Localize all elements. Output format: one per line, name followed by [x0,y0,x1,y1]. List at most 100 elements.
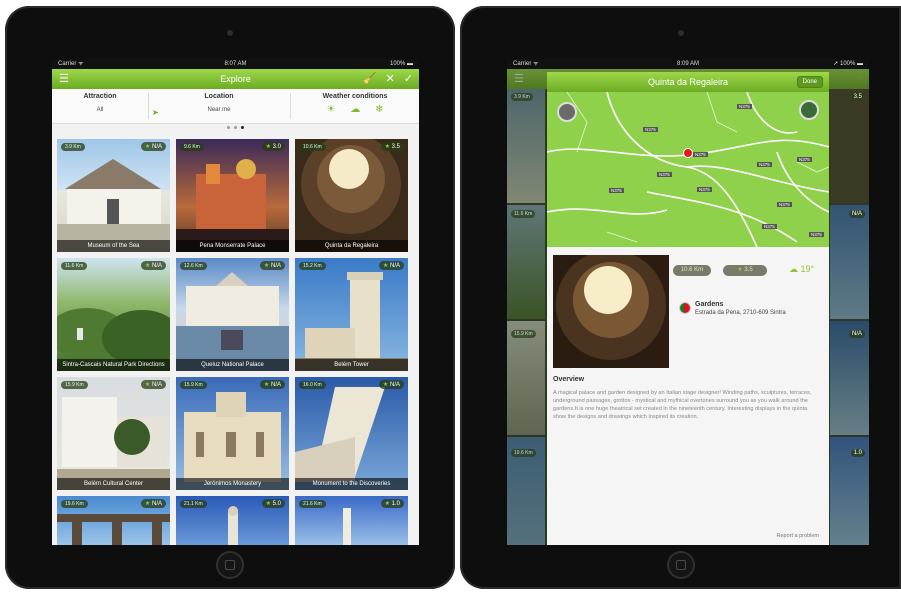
attraction-label: Attraction [83,93,117,100]
dimmed-grid-right [830,89,869,545]
distance-badge: 3.9 Km [511,93,533,101]
tile-caption: Museum of the Sea [57,240,170,252]
distance-badge: 21.1 Km [180,500,207,508]
cloud-icon[interactable]: ☁ [350,104,360,115]
tile-caption: Monument to the Discoveries [295,478,408,490]
star-icon: ★ [382,263,389,269]
distance-badge: 19.6 Km [511,449,536,457]
attraction-tile[interactable]: 21.1 Km ★ 5.0 [176,496,289,545]
check-icon[interactable]: ✓ [404,73,413,85]
modal-title: Quinta da Regaleira [647,77,729,87]
place-category: Gardens [695,301,724,308]
navbar: ☰ Explore 🧹 ✕ ✓ [52,69,419,89]
location-filter[interactable]: Location Near me [149,89,289,123]
attraction-tile[interactable]: 16.0 Km ★ N/A Monument to the Discoverie… [295,377,408,490]
road-label: N375 [762,224,777,229]
road-label: N375 [693,152,708,157]
overview-text: A magical palace and garden designed by … [553,390,812,420]
ipad-right: Carrier ᯤ 8:09 AM ➚ 100% ▬ ☰ ⌕ 3.9 Km 11… [460,6,901,589]
menu-icon: ☰ [514,73,524,85]
attraction-tile[interactable]: 12.6 Km ★ N/A Queluz National Palace [176,258,289,371]
report-problem-link[interactable]: Report a problem [777,533,820,539]
tile-photo [57,159,170,252]
snow-icon[interactable]: ❄ [375,104,383,115]
page-indicator [52,124,419,132]
rating-badge: ★ 5.0 [261,499,285,508]
road-label: N375 [643,127,658,132]
attraction-tile[interactable]: 10.6 Km ★ 3.5 Quinta da Regaleira [295,139,408,252]
tile-caption: Belém Tower [295,359,408,371]
dimmed-grid-left [507,89,545,545]
battery-label: ➚ 100% ▬ [833,61,863,67]
attraction-tile[interactable]: 9.6 Km ★ 3.0 Pena Monserrate Palace [176,139,289,252]
attraction-tile[interactable]: 11.6 Km ★ N/A Sintra-Cascais Natural Par… [57,258,170,371]
close-icon[interactable]: ✕ [386,73,395,85]
place-photo [553,255,669,368]
rating-badge: ★ N/A [140,261,166,270]
place-info: Gardens Estrada da Pena, 2710-609 Sintra [680,301,786,316]
attraction-tile[interactable]: 15.2 Km ★ N/A Belém Tower [295,258,408,371]
attraction-tile[interactable]: 3.9 Km ★ N/A Museum of the Sea [57,139,170,252]
clock: 8:09 AM [676,61,699,67]
tile-caption: Pena Monserrate Palace [176,240,289,252]
distance-badge: 19.6 Km [61,500,88,508]
attraction-tile[interactable]: 15.9 Km ★ N/A Belém Cultural Center [57,377,170,490]
map-pin-icon[interactable] [683,148,693,158]
distance-badge: 16.0 Km [299,381,326,389]
rating-badge: ★ 1.0 [380,499,404,508]
rating-badge: ★ N/A [378,261,404,270]
location-value: Near me [207,107,231,113]
star-icon: ★ [144,501,151,507]
place-address: Estrada da Pena, 2710-609 Sintra [695,310,786,316]
locate-icon[interactable] [557,102,577,122]
distance-badge: 11.6 Km [511,210,536,218]
filter-bar: Attraction All ➤ Location Near me Weathe… [52,89,419,124]
star-icon: ★ [144,382,151,388]
attraction-tile[interactable]: 21.6 Km ★ 1.0 [295,496,408,545]
explore-screen: Carrier ᯤ 8:07 AM 100% ▬ ☰ Explore 🧹 ✕ ✓… [52,59,419,545]
ipad-left: Carrier ᯤ 8:07 AM 100% ▬ ☰ Explore 🧹 ✕ ✓… [5,6,455,589]
clock: 8:07 AM [224,61,247,67]
overview-heading: Overview [553,376,585,383]
distance-badge: 15.9 Km [61,381,88,389]
camera [677,30,684,36]
detail-modal: Quinta da Regaleira Done N375 N375 N375 … [547,72,829,545]
tile-photo [301,139,401,234]
distance-badge: 21.6 Km [299,500,326,508]
modal-navbar: Quinta da Regaleira Done [547,72,829,92]
location-label: Location [204,93,234,100]
attraction-filter[interactable]: Attraction All [52,89,148,123]
tile-photo [184,392,281,482]
rating-pill: ★ 3.5 [723,265,767,276]
camera [227,30,233,36]
rating-badge: ★ N/A [259,261,285,270]
tile-photo [295,272,408,371]
home-button[interactable] [216,551,244,579]
distance-badge: 10.6 Km [299,143,326,151]
search-icon: ⌕ [857,72,863,83]
broom-icon[interactable]: 🧹 [363,73,377,85]
star-icon: ★ [737,267,743,273]
sun-icon[interactable]: ☀ [327,104,336,115]
status-bar: Carrier ᯤ 8:09 AM ➚ 100% ▬ [507,59,869,69]
attraction-tile[interactable]: 19.6 Km ★ N/A [57,496,170,545]
home-button[interactable] [666,551,695,579]
map-mode-icon[interactable] [799,100,819,120]
done-button[interactable]: Done [796,76,823,88]
star-icon: ★ [384,501,390,507]
tile-photo [57,308,170,366]
map-view[interactable]: N375 N375 N375 N375 N375 N375 N375 N375 … [547,92,829,247]
road-label: N375 [657,172,672,177]
weather-filter: Weather conditions ☀ ☁ ❄ [291,89,419,123]
rating-badge: 1.0 [850,449,865,457]
rating-badge: N/A [848,330,865,338]
tile-photo [176,272,289,371]
distance-badge: 3.9 Km [61,143,85,151]
attraction-tile[interactable]: 15.9 Km ★ N/A Jerónimos Monastery [176,377,289,490]
map-roads [547,92,829,247]
distance-badge: 11.6 Km [61,262,88,270]
attraction-value: All [96,107,104,113]
rating-badge: ★ N/A [140,142,166,151]
tile-caption: Belém Cultural Center [57,478,170,490]
detail-screen: Carrier ᯤ 8:09 AM ➚ 100% ▬ ☰ ⌕ 3.9 Km 11… [507,59,869,545]
